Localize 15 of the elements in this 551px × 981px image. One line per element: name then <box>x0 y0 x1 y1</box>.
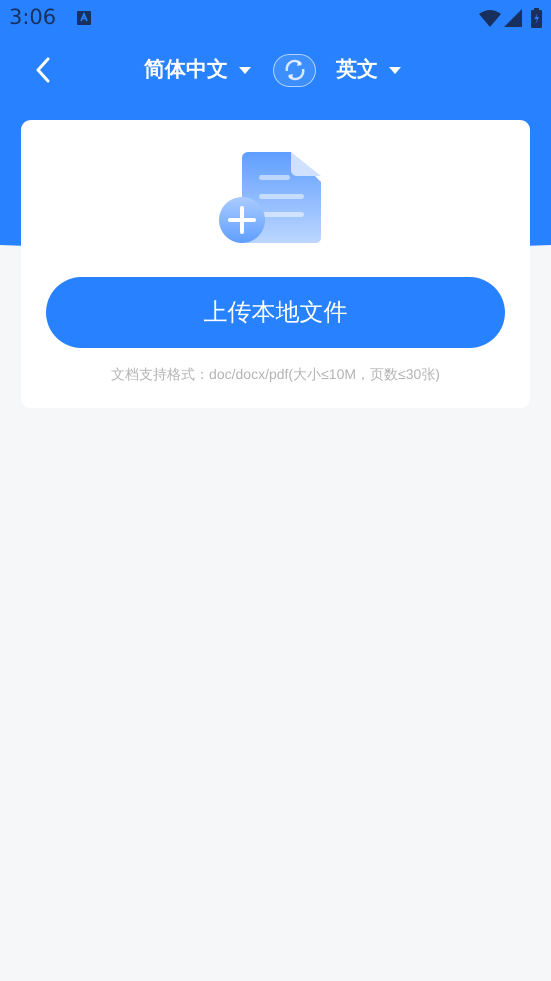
source-language-dropdown[interactable]: 简体中文 <box>144 54 251 86</box>
upload-local-file-button[interactable]: 上传本地文件 <box>46 277 505 348</box>
format-hint: 文档支持格式：doc/docx/pdf(大小≤10M，页数≤30张) <box>111 365 440 384</box>
caret-icon <box>239 66 251 74</box>
status-time: 3:06 <box>9 4 56 32</box>
caret-icon <box>389 66 401 74</box>
wifi-icon <box>479 10 501 26</box>
back-icon <box>36 57 50 83</box>
swap-languages-button[interactable] <box>273 54 316 86</box>
signal-icon <box>504 9 522 27</box>
add-document-icon <box>218 150 322 244</box>
keyboard-app-icon <box>77 11 92 25</box>
target-language-dropdown[interactable]: 英文 <box>336 54 401 86</box>
battery-icon <box>531 8 542 28</box>
swap-icon <box>282 58 306 82</box>
